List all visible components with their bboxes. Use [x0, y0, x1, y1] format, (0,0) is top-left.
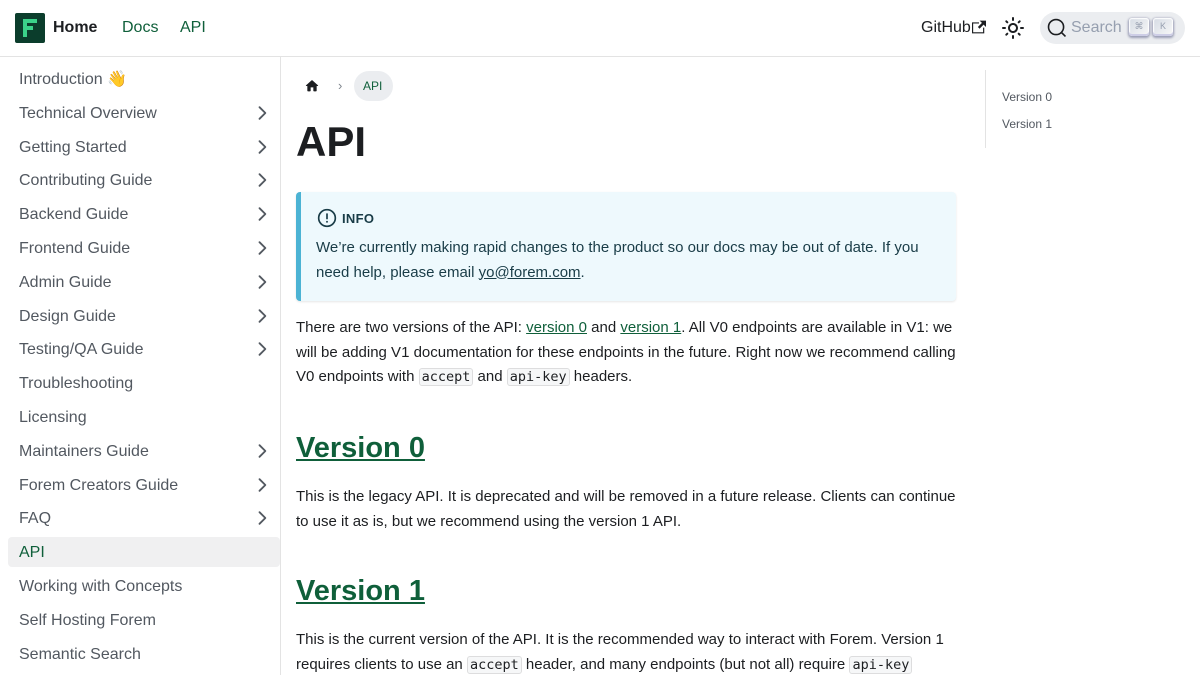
sidebar-item-label: Getting Started: [19, 138, 127, 156]
chevron-right-icon[interactable]: [252, 475, 272, 495]
breadcrumb-separator: ›: [338, 78, 343, 93]
sidebar-item-label: Backend Guide: [19, 206, 129, 224]
external-link-icon: [972, 20, 986, 34]
nav-docs-link[interactable]: Docs: [122, 18, 158, 38]
sidebar-item-label: Maintainers Guide: [19, 442, 149, 460]
kbd-command: ⌘: [1129, 18, 1149, 36]
toc-item-version-0[interactable]: Version 0: [1002, 90, 1052, 104]
chevron-right-icon[interactable]: [252, 238, 272, 258]
search-icon: [1047, 18, 1067, 38]
sidebar-item[interactable]: Frontend Guide: [8, 233, 280, 263]
sidebar-item-label: Technical Overview: [19, 104, 157, 122]
sun-icon[interactable]: [1001, 16, 1025, 40]
chevron-right-icon[interactable]: [252, 339, 272, 359]
chevron-right-icon[interactable]: [252, 204, 272, 224]
info-title: INFO: [342, 211, 375, 226]
sidebar-item[interactable]: Licensing: [8, 402, 280, 432]
info-admonition: INFO We’re currently making rapid change…: [296, 192, 956, 301]
toc-item-version-1[interactable]: Version 1: [1002, 117, 1052, 131]
kbd-k: K: [1153, 18, 1173, 36]
sidebar-item-label: Admin Guide: [19, 273, 112, 291]
chevron-right-icon[interactable]: [252, 272, 272, 292]
sidebar-item[interactable]: Self Hosting Forem: [8, 605, 280, 635]
sidebar-item-label: Forem Creators Guide: [19, 476, 179, 494]
sidebar-item-label: Introduction 👋: [19, 71, 127, 88]
sidebar-item-label: Troubleshooting: [19, 375, 134, 393]
sidebar-item-label: Licensing: [19, 409, 87, 426]
sidebar-item[interactable]: FAQ: [8, 503, 280, 533]
sidebar-item-label: Working with Concepts: [19, 578, 183, 595]
nav-home-link[interactable]: Home: [53, 18, 97, 38]
sidebar-item-label: Contributing Guide: [19, 172, 153, 190]
forem-logo[interactable]: [15, 13, 45, 43]
sidebar-item[interactable]: Troubleshooting: [8, 368, 280, 398]
nav-github-link[interactable]: GitHub: [921, 18, 971, 38]
chevron-right-icon[interactable]: [252, 170, 272, 190]
sidebar-item[interactable]: Introduction 👋: [8, 64, 280, 94]
search-placeholder: Search: [1071, 19, 1122, 36]
sidebar-item-label: Semantic Search: [19, 645, 141, 663]
chevron-right-icon[interactable]: [252, 137, 272, 157]
sidebar-item[interactable]: Forem Creators Guide: [8, 470, 280, 500]
version-0-link[interactable]: version 0: [526, 319, 587, 336]
sidebar-item[interactable]: Backend Guide: [8, 199, 280, 229]
info-text: We’re currently making rapid changes to …: [316, 239, 919, 281]
sidebar-item[interactable]: Testing/QA Guide: [8, 334, 280, 364]
nav-api-link[interactable]: API: [180, 18, 206, 38]
sidebar-item[interactable]: API: [8, 537, 280, 568]
sidebar-item-label: FAQ: [19, 510, 52, 528]
chevron-right-icon[interactable]: [252, 508, 272, 528]
email-link[interactable]: yo@forem.com: [479, 264, 581, 281]
sidebar-item[interactable]: Working with Concepts: [8, 571, 280, 601]
sidebar-item-label: Design Guide: [19, 307, 116, 325]
breadcrumb-current-label: API: [363, 79, 383, 93]
sidebar-item-label: Frontend Guide: [19, 240, 131, 257]
heading-version-1[interactable]: Version 1: [296, 574, 425, 608]
code-api-key: api-key: [506, 368, 570, 386]
info-icon: [317, 208, 337, 228]
sidebar-item[interactable]: Getting Started: [8, 132, 280, 162]
home-icon[interactable]: [304, 78, 320, 94]
page-title: API: [296, 118, 367, 165]
sidebar-item-label: API: [19, 544, 45, 562]
sidebar-item[interactable]: Maintainers Guide: [8, 436, 280, 466]
chevron-right-icon[interactable]: [252, 103, 272, 123]
chevron-right-icon[interactable]: [252, 441, 272, 461]
sidebar-item-label: Testing/QA Guide: [19, 341, 144, 359]
version-0-paragraph: This is the legacy API. It is deprecated…: [296, 488, 956, 530]
sidebar-item[interactable]: Semantic Search: [8, 639, 280, 669]
table-of-contents: Version 0 Version 1: [985, 70, 1185, 148]
breadcrumb-current: API: [354, 71, 393, 101]
sidebar-item[interactable]: Contributing Guide: [8, 165, 280, 195]
navbar: Home Docs API GitHub Search ⌘ K: [0, 0, 1200, 57]
code-accept: accept: [418, 368, 474, 386]
sidebar-item[interactable]: Design Guide: [8, 301, 280, 331]
heading-version-0[interactable]: Version 0: [296, 431, 425, 465]
sidebar-item-label: Self Hosting Forem: [19, 611, 156, 629]
intro-paragraph: There are two versions of the API: versi…: [296, 319, 956, 386]
chevron-right-icon[interactable]: [252, 306, 272, 326]
docs-sidebar: Introduction 👋 Technical Overview Getting …: [0, 57, 281, 675]
code-accept-v1: accept: [466, 655, 522, 674]
version-1-link[interactable]: version 1: [620, 319, 681, 336]
sidebar-item[interactable]: Technical Overview: [8, 98, 280, 128]
sidebar-item[interactable]: Admin Guide: [8, 267, 280, 297]
search-button[interactable]: Search ⌘ K: [1040, 12, 1185, 44]
code-api-key-v1: api-key: [849, 655, 913, 674]
version-1-paragraph: This is the current version of the API. …: [296, 631, 944, 674]
